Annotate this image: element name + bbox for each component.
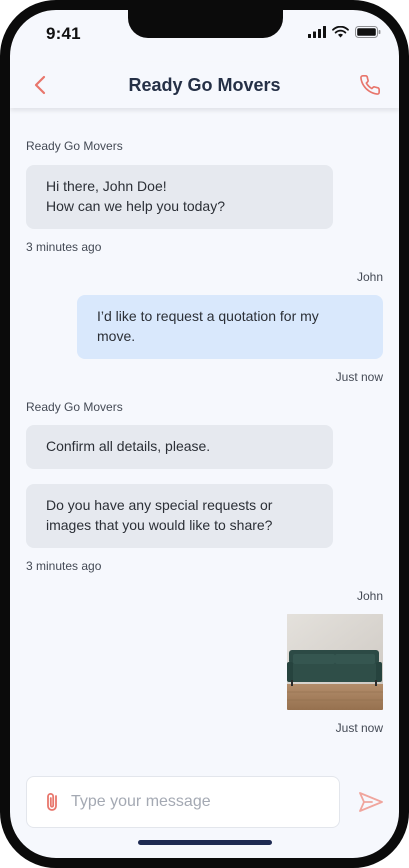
message-text: move. xyxy=(97,328,136,344)
sender-name: Ready Go Movers xyxy=(26,139,123,153)
status-time: 9:41 xyxy=(46,24,81,43)
outgoing-message-bubble: I’d like to request a quotation for my m… xyxy=(77,295,383,359)
message-text: Hi there, John Doe! xyxy=(46,178,167,194)
paperclip-icon[interactable] xyxy=(43,791,63,813)
sofa-photo-attachment[interactable] xyxy=(287,614,383,710)
sender-name: Ready Go Movers xyxy=(26,400,123,414)
home-indicator xyxy=(138,840,272,845)
message-timestamp: 3 minutes ago xyxy=(26,240,102,254)
status-icons xyxy=(308,26,381,38)
sender-name: John xyxy=(356,589,383,603)
wifi-icon xyxy=(332,26,349,38)
message-list: Ready Go Movers Hi there, John Doe! How … xyxy=(10,108,399,768)
message-text: images that you would like to share? xyxy=(46,517,273,533)
message-input[interactable] xyxy=(69,792,323,812)
chat-header: Ready Go Movers xyxy=(10,62,399,108)
message-composer xyxy=(26,776,340,828)
message-timestamp: Just now xyxy=(335,721,383,735)
message-text: Do you have any special requests or xyxy=(46,497,273,513)
sofa-image xyxy=(287,614,383,710)
message-text: I’d like to request a quotation for my xyxy=(97,308,319,324)
message-timestamp: Just now xyxy=(335,370,383,384)
chevron-left-icon[interactable] xyxy=(30,74,52,96)
sender-name: John xyxy=(356,270,383,284)
message-timestamp: 3 minutes ago xyxy=(26,559,102,573)
send-icon[interactable] xyxy=(358,790,384,814)
status-bar: 9:41 xyxy=(10,10,399,62)
message-text: How can we help you today? xyxy=(46,198,225,214)
incoming-message-bubble: Confirm all details, please. xyxy=(26,425,333,469)
battery-icon xyxy=(355,26,381,38)
phone-icon[interactable] xyxy=(359,74,381,96)
signal-icon xyxy=(308,26,326,38)
message-text: Confirm all details, please. xyxy=(46,438,211,454)
incoming-message-bubble: Do you have any special requests or imag… xyxy=(26,484,333,548)
page-title: Ready Go Movers xyxy=(128,74,281,95)
phone-frame: 9:41 Ready Go Movers Ready Go Movers Hi … xyxy=(0,0,409,868)
incoming-message-bubble: Hi there, John Doe! How can we help you … xyxy=(26,165,333,229)
